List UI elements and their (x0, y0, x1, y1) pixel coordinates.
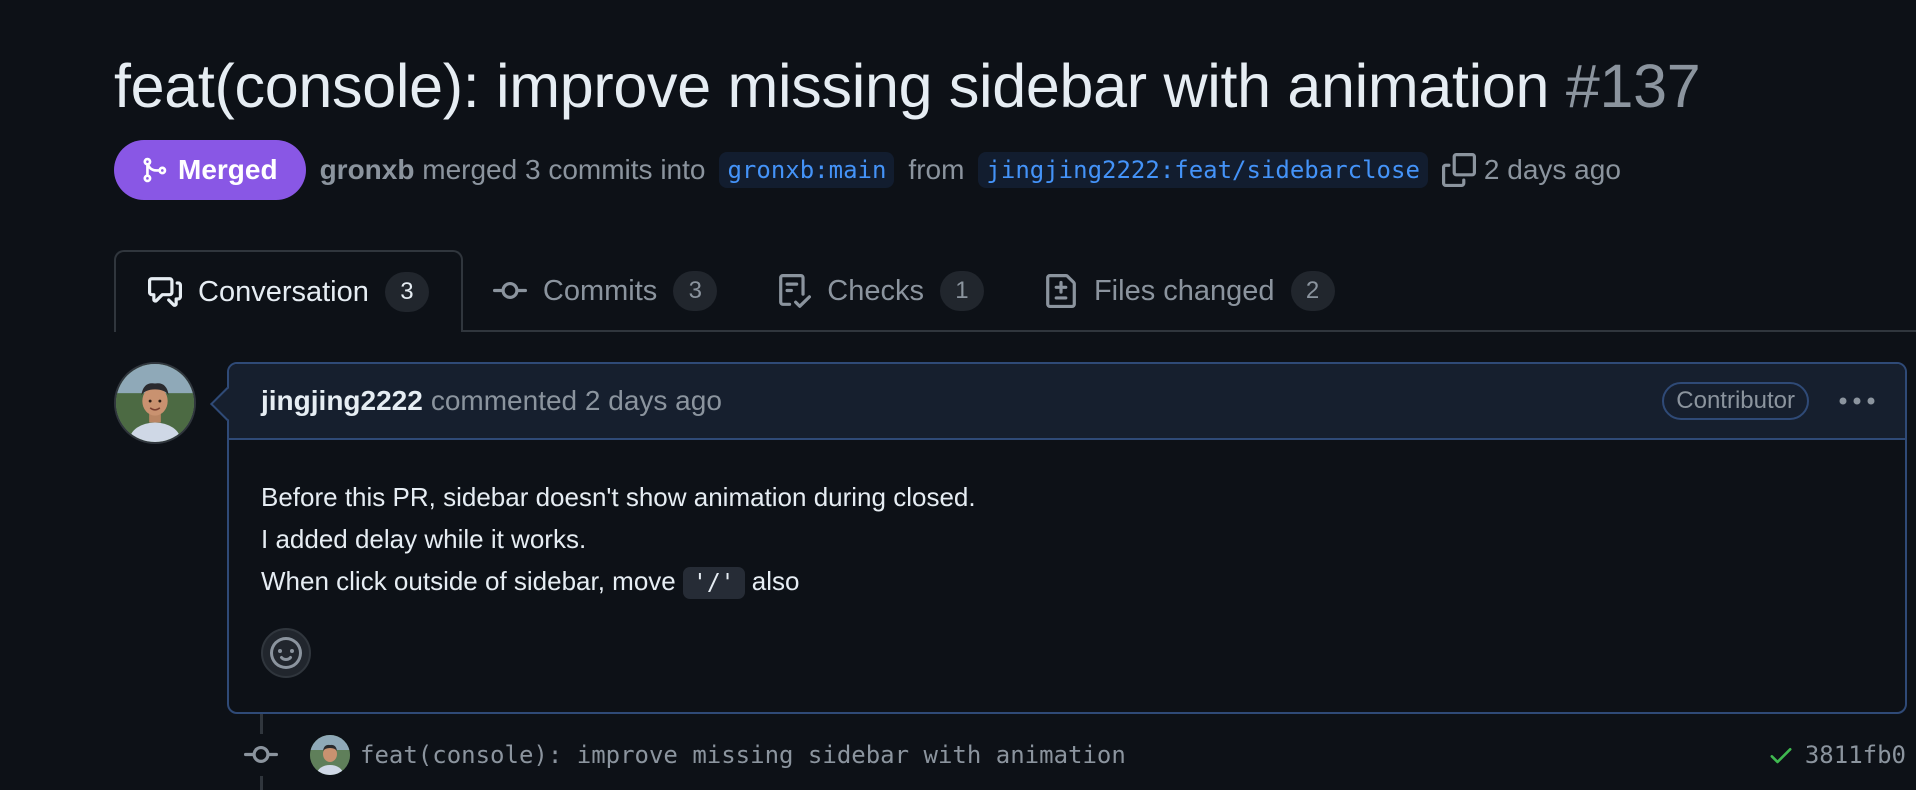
tab-commits[interactable]: Commits 3 (463, 252, 747, 330)
tab-checks[interactable]: Checks 1 (747, 252, 1014, 330)
tab-conversation-count: 3 (384, 272, 429, 312)
commit-sha-link[interactable]: 3811fb0 (1805, 741, 1906, 769)
comment-author-link[interactable]: jingjing2222 (261, 385, 423, 417)
tab-checks-label: Checks (827, 274, 924, 307)
git-merge-icon (140, 156, 168, 184)
file-diff-icon (1044, 274, 1078, 308)
page-title: feat(console): improve missing sidebar w… (114, 48, 1701, 124)
tab-conversation-label: Conversation (198, 275, 369, 308)
contributor-badge: Contributor (1662, 382, 1809, 420)
merged-status-badge: Merged (114, 140, 306, 200)
git-commit-icon (240, 734, 282, 776)
comment-line-text: When click outside of sidebar, move (261, 566, 683, 596)
commit-meta: 3811fb0 (1767, 730, 1906, 780)
pr-meta: Merged gronxb merged 3 commits into gron… (114, 140, 1621, 200)
copy-icon[interactable] (1441, 153, 1476, 187)
pull-request-page: feat(console): improve missing sidebar w… (0, 0, 1916, 790)
merged-time: 2 days ago (1483, 154, 1621, 185)
comment-discussion-icon (148, 275, 182, 309)
add-reaction-button[interactable] (261, 628, 311, 678)
timeline-commit-item: feat(console): improve missing sidebar w… (240, 730, 1906, 780)
from-text: from (908, 154, 965, 185)
comment-timestamp: commented 2 days ago (430, 385, 722, 416)
comment-line-text: also (744, 566, 800, 596)
head-branch-link[interactable]: jingjing2222:feat/sidebarclose (978, 152, 1428, 188)
tab-conversation[interactable]: Conversation 3 (114, 250, 463, 332)
comment-line: I added delay while it works. (261, 524, 587, 554)
commit-message-link[interactable]: feat(console): improve missing sidebar w… (360, 741, 1126, 769)
pr-title: feat(console): improve missing sidebar w… (114, 52, 1550, 120)
checklist-icon (777, 274, 812, 308)
git-commit-icon (492, 274, 527, 308)
kebab-horizontal-icon[interactable] (1837, 386, 1877, 416)
comment-box: jingjing2222 commented 2 days ago Contri… (227, 362, 1907, 714)
comment-line: When click outside of sidebar, move '/' … (261, 560, 1873, 604)
commit-author-avatar[interactable] (310, 735, 350, 775)
merged-label: Merged (178, 154, 278, 185)
avatar[interactable] (114, 362, 196, 444)
tab-files-changed-label: Files changed (1093, 274, 1275, 307)
inline-code: '/' (682, 567, 745, 599)
base-branch-link[interactable]: gronxb:main (719, 152, 895, 188)
tab-files-changed[interactable]: Files changed 2 (1014, 252, 1365, 330)
tab-files-changed-count: 2 (1290, 271, 1335, 311)
tab-checks-count: 1 (939, 271, 984, 311)
comment-body: Before this PR, sidebar doesn't show ani… (229, 440, 1905, 604)
comment-header: jingjing2222 commented 2 days ago Contri… (229, 364, 1905, 440)
merged-text: merged 3 commits into (422, 154, 706, 185)
merger-link[interactable]: gronxb (320, 154, 415, 185)
comment-line: Before this PR, sidebar doesn't show ani… (261, 482, 976, 512)
tab-commits-count: 3 (673, 271, 718, 311)
pr-tabs: Conversation 3 Commits 3 Checks 1 Files … (114, 250, 1916, 332)
check-icon[interactable] (1767, 741, 1795, 769)
tab-commits-label: Commits (542, 274, 658, 307)
smiley-icon (270, 637, 302, 669)
pr-number: #137 (1565, 52, 1701, 120)
